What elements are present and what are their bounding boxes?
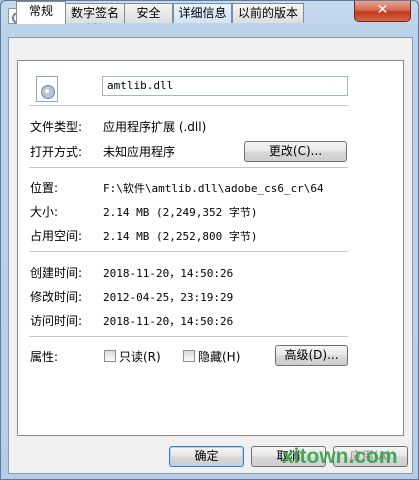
size-on-disk-value: 2.14 MB (2,252,800 字节) bbox=[103, 230, 258, 243]
divider bbox=[29, 251, 348, 252]
file-name-field[interactable]: amtlib.dll bbox=[102, 76, 348, 96]
properties-window: amtlib.dll 属性 ✕ 常规 数字签名 安全 详细信息 以前的版本 am… bbox=[0, 0, 419, 480]
tab-general[interactable]: 常规 bbox=[16, 1, 66, 24]
change-button[interactable]: 更改(C)... bbox=[244, 141, 347, 162]
created-value: 2018-11-20，14:50:26 bbox=[103, 267, 234, 280]
size-on-disk-label: 占用空间: bbox=[30, 229, 83, 243]
attributes-label: 属性: bbox=[30, 350, 59, 364]
open-with-label: 打开方式: bbox=[30, 145, 83, 159]
divider bbox=[29, 167, 348, 168]
modified-label: 修改时间: bbox=[30, 290, 83, 304]
created-label: 创建时间: bbox=[30, 266, 83, 280]
tab-previous-versions[interactable]: 以前的版本 bbox=[232, 3, 304, 23]
size-label: 大小: bbox=[30, 205, 59, 219]
watermark-logo: xitown.com bbox=[282, 445, 398, 468]
hidden-checkbox[interactable] bbox=[183, 350, 195, 362]
divider bbox=[29, 336, 348, 337]
accessed-value: 2018-11-20，14:50:26 bbox=[103, 315, 234, 328]
ok-button[interactable]: 确定 bbox=[169, 446, 244, 467]
tab-digital-signatures[interactable]: 数字签名 bbox=[65, 3, 125, 23]
close-button[interactable]: ✕ bbox=[354, 1, 411, 22]
location-value: F:\软件\amtlib.dll\adobe_cs6_cr\64 bbox=[103, 182, 324, 195]
general-tab-content bbox=[17, 60, 404, 436]
divider bbox=[29, 105, 348, 106]
modified-value: 2012-04-25，23:19:29 bbox=[103, 291, 234, 304]
file-type-label: 文件类型: bbox=[30, 120, 83, 134]
file-type-value: 应用程序扩展 (.dll) bbox=[103, 120, 207, 134]
accessed-label: 访问时间: bbox=[30, 314, 83, 328]
dll-file-icon bbox=[36, 76, 58, 102]
readonly-label: 只读(R) bbox=[119, 350, 161, 364]
size-value: 2.14 MB (2,249,352 字节) bbox=[103, 206, 258, 219]
hidden-label: 隐藏(H) bbox=[198, 350, 241, 364]
readonly-checkbox[interactable] bbox=[104, 350, 116, 362]
open-with-value: 未知应用程序 bbox=[103, 145, 176, 159]
tab-details[interactable]: 详细信息 bbox=[173, 3, 232, 23]
advanced-button[interactable]: 高级(D)... bbox=[275, 345, 348, 366]
tab-security[interactable]: 安全 bbox=[124, 3, 173, 23]
location-label: 位置: bbox=[30, 181, 59, 195]
